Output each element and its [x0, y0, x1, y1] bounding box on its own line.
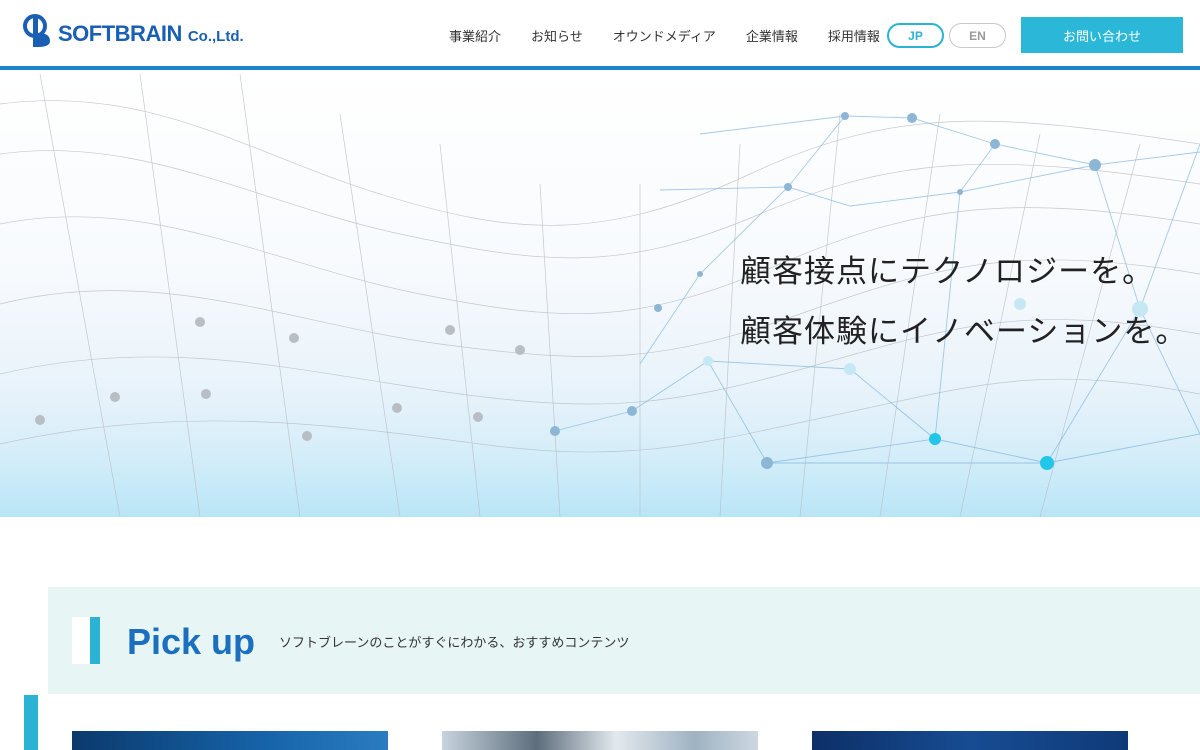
nav-item-recruit[interactable]: 採用情報	[828, 26, 880, 45]
nav-item-company[interactable]: 企業情報	[746, 26, 798, 45]
section-side-accent	[24, 695, 38, 750]
pickup-card-3-image[interactable]	[812, 731, 1128, 750]
main-nav: 事業紹介 お知らせ オウンドメディア 企業情報 採用情報	[440, 0, 910, 70]
pickup-title: Pick up	[127, 621, 256, 662]
hero-heading-line1: 顧客接点にテクノロジーを。	[740, 254, 1155, 290]
lang-jp-button[interactable]: JP	[887, 23, 944, 48]
nav-item-news[interactable]: お知らせ	[531, 26, 583, 45]
logo-text: SOFTBRAIN	[58, 21, 182, 46]
lang-en-button[interactable]: EN	[949, 23, 1006, 48]
nav-item-owned-media[interactable]: オウンドメディア	[613, 26, 716, 45]
pickup-subtitle: ソフトブレーンのことがすぐにわかる、おすすめコンテンツ	[279, 636, 630, 651]
hero-heading-line2: 顧客体験にイノベーションを。	[740, 314, 1188, 350]
pickup-marker-accent	[90, 617, 100, 664]
logo-suffix: Co.,Ltd.	[187, 27, 244, 45]
pickup-section-header: Pick up ソフトブレーンのことがすぐにわかる、おすすめコンテンツ	[48, 587, 1200, 694]
logo[interactable]: SOFTBRAIN Co.,Ltd.	[20, 11, 244, 51]
site-header: SOFTBRAIN Co.,Ltd. 事業紹介 お知らせ オウンドメディア 企業…	[0, 0, 1200, 70]
hero-banner: 顧客接点にテクノロジーを。 顧客体験にイノベーションを。	[0, 74, 1200, 517]
hero-network-graphic	[0, 74, 1200, 517]
pickup-card-2-image[interactable]	[442, 731, 758, 750]
nav-item-business[interactable]: 事業紹介	[449, 26, 501, 45]
contact-button[interactable]: お問い合わせ	[1021, 17, 1183, 53]
logo-mark-icon	[23, 14, 50, 47]
pickup-marker-white	[72, 617, 90, 664]
pickup-card-1-image[interactable]	[72, 731, 388, 750]
